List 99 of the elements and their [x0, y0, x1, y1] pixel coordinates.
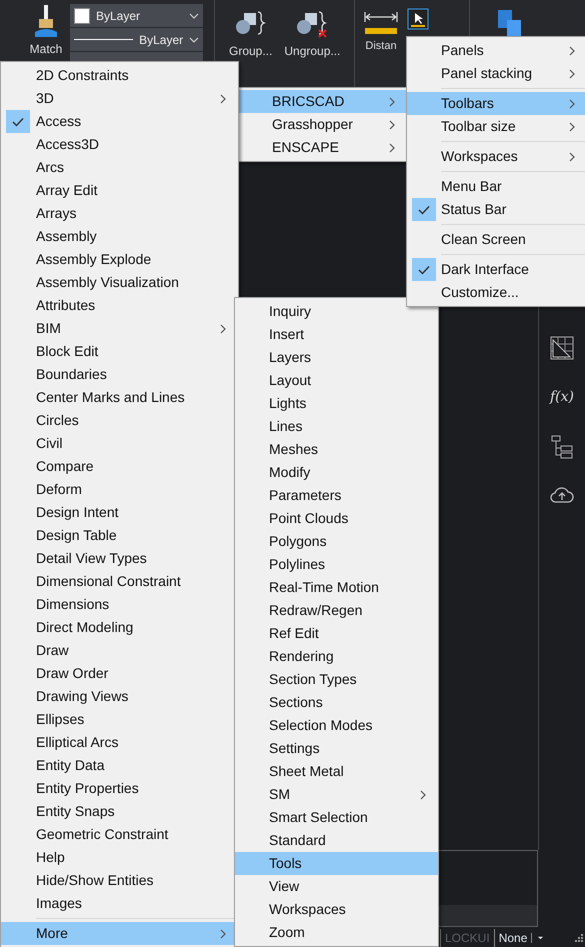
status-toggle[interactable]: None: [494, 928, 532, 946]
cloud-upload-icon[interactable]: [550, 486, 574, 504]
menu-item[interactable]: Tools: [235, 852, 438, 875]
menu-item[interactable]: 2D Constraints: [1, 64, 238, 87]
menu-item[interactable]: Entity Snaps: [1, 800, 238, 823]
menu-item[interactable]: 3D: [1, 87, 238, 110]
menu-item[interactable]: Assembly: [1, 225, 238, 248]
menu-item[interactable]: Polygons: [235, 530, 438, 553]
color-swatch-icon: [74, 8, 90, 24]
menu-item[interactable]: Insert: [235, 323, 438, 346]
menu-item[interactable]: Drawing Views: [1, 685, 238, 708]
tree-structure-icon[interactable]: [551, 435, 573, 459]
menu-item[interactable]: Access3D: [1, 133, 238, 156]
selection-cursor-icon: [407, 8, 429, 30]
menu-item[interactable]: Deform: [1, 478, 238, 501]
menu-item[interactable]: Arrays: [1, 202, 238, 225]
menu-item[interactable]: Dimensional Constraint: [1, 570, 238, 593]
menu-item[interactable]: Array Edit: [1, 179, 238, 202]
menu-item[interactable]: Zoom: [235, 921, 438, 944]
menu-item[interactable]: BRICSCAD: [239, 90, 407, 113]
menu-item[interactable]: Design Table: [1, 524, 238, 547]
menu-item[interactable]: Standard: [235, 829, 438, 852]
menu-item[interactable]: Clean Screen: [407, 228, 585, 251]
menu-item[interactable]: Sheet Metal: [235, 760, 438, 783]
menu-item[interactable]: Redraw/Regen: [235, 599, 438, 622]
menu-item[interactable]: Settings: [235, 737, 438, 760]
ungroup-shapes-icon: [295, 10, 330, 40]
menu-item[interactable]: Layers: [235, 346, 438, 369]
line-sample-icon: [74, 39, 134, 40]
menu-item[interactable]: Status Bar: [407, 198, 585, 221]
menu-item[interactable]: Layout: [235, 369, 438, 392]
property-dropdown[interactable]: ByLayer: [70, 28, 203, 51]
menu-item[interactable]: Real-Time Motion: [235, 576, 438, 599]
menu-item[interactable]: Assembly Visualization: [1, 271, 238, 294]
menu-item[interactable]: Selection Modes: [235, 714, 438, 737]
menu-item[interactable]: Geometric Constraint: [1, 823, 238, 846]
menu-item[interactable]: Point Clouds: [235, 507, 438, 530]
menu-item[interactable]: Design Intent: [1, 501, 238, 524]
menu-item[interactable]: Workspaces: [407, 145, 585, 168]
ungroup-button[interactable]: Ungroup...: [284, 10, 340, 60]
menu-item[interactable]: Panels: [407, 39, 585, 62]
resize-grip-icon: [573, 932, 583, 942]
checkmark-icon: [412, 198, 436, 221]
dropdown-caret-icon[interactable]: [531, 932, 546, 942]
menu-item[interactable]: Menu Bar: [407, 175, 585, 198]
menu-item[interactable]: Rendering: [235, 645, 438, 668]
menu-item[interactable]: Compare: [1, 455, 238, 478]
menu-item[interactable]: Lights: [235, 392, 438, 415]
menu-item[interactable]: Images: [1, 892, 238, 915]
menu-item[interactable]: Entity Data: [1, 754, 238, 777]
menu-item[interactable]: Parameters: [235, 484, 438, 507]
menu-item[interactable]: Civil: [1, 432, 238, 455]
menu-item[interactable]: Entity Properties: [1, 777, 238, 800]
menu-item[interactable]: Dark Interface: [407, 258, 585, 281]
menu-item[interactable]: Ref Edit: [235, 622, 438, 645]
checkmark-icon: [6, 110, 30, 133]
menu-item[interactable]: Block Edit: [1, 340, 238, 363]
menu-item[interactable]: Panel stacking: [407, 62, 585, 85]
dropdown-caret-icon: [189, 36, 199, 42]
menu-item[interactable]: View: [235, 875, 438, 898]
checkmark-icon: [412, 258, 436, 281]
menu-item[interactable]: Sections: [235, 691, 438, 714]
function-button[interactable]: f(x): [550, 387, 574, 408]
menu-item[interactable]: Smart Selection: [235, 806, 438, 829]
menu-item[interactable]: Polylines: [235, 553, 438, 576]
menu-item[interactable]: Toolbar size: [407, 115, 585, 138]
menu-item[interactable]: Modify: [235, 461, 438, 484]
menu-item[interactable]: Assembly Explode: [1, 248, 238, 271]
menu-item[interactable]: Grasshopper: [239, 113, 407, 136]
group-button[interactable]: Group...: [229, 10, 272, 60]
grid-triangle-icon[interactable]: [550, 336, 574, 360]
menu-item[interactable]: Toolbars: [407, 92, 585, 115]
menu-item[interactable]: Hide/Show Entities: [1, 869, 238, 892]
menu-item[interactable]: Direct Modeling: [1, 616, 238, 639]
menu-item[interactable]: SM: [235, 783, 438, 806]
menu-item[interactable]: Draw: [1, 639, 238, 662]
menu-item[interactable]: Center Marks and Lines: [1, 386, 238, 409]
property-dropdown[interactable]: [70, 52, 203, 62]
menu-item[interactable]: Circles: [1, 409, 238, 432]
property-dropdown[interactable]: ByLayer: [70, 4, 203, 27]
menu-item[interactable]: Meshes: [235, 438, 438, 461]
menu-item[interactable]: Arcs: [1, 156, 238, 179]
menu-item[interactable]: Access: [1, 110, 238, 133]
menu-item[interactable]: Detail View Types: [1, 547, 238, 570]
menu-item[interactable]: Help: [1, 846, 238, 869]
menu-item[interactable]: Attributes: [1, 294, 238, 317]
distance-label[interactable]: Distan: [365, 38, 397, 54]
menu-item[interactable]: Ellipses: [1, 708, 238, 731]
documents-icon: [496, 8, 524, 38]
dropdown-caret-icon: [189, 12, 199, 18]
menu-item[interactable]: Workspaces: [235, 898, 438, 921]
menu-item[interactable]: Elliptical Arcs: [1, 731, 238, 754]
menu-item[interactable]: Draw Order: [1, 662, 238, 685]
menu-item[interactable]: Section Types: [235, 668, 438, 691]
menu-item[interactable]: Lines: [235, 415, 438, 438]
menu-item[interactable]: Dimensions: [1, 593, 238, 616]
menu-item[interactable]: Boundaries: [1, 363, 238, 386]
menu-item[interactable]: ENSCAPE: [239, 136, 407, 159]
menu-item[interactable]: BIM: [1, 317, 238, 340]
